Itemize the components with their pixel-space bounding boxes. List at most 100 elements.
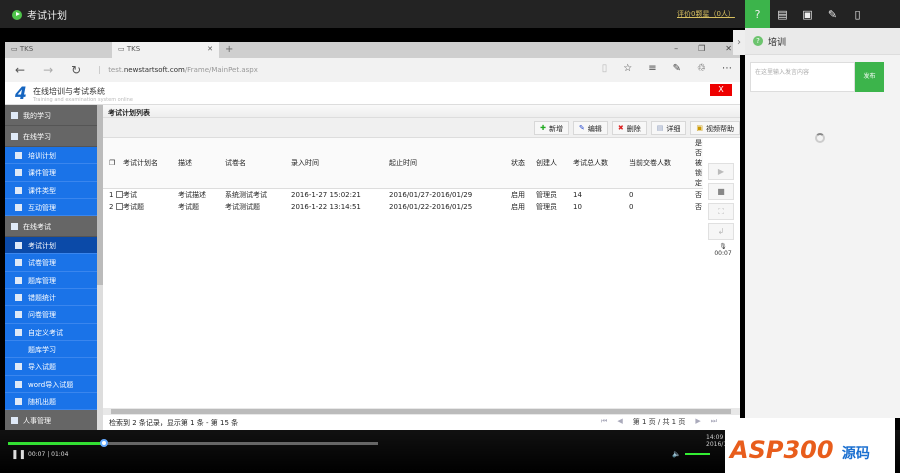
sidebar-item[interactable]: 错题统计 — [5, 289, 97, 307]
column-header[interactable]: 考试计划名 — [123, 138, 178, 189]
cell: 管理员 — [536, 190, 557, 199]
cell: 考试 — [123, 190, 137, 199]
last-page-icon[interactable]: ⏭ — [711, 417, 717, 427]
sidebar-group[interactable]: 我的学习 — [5, 105, 97, 126]
hub-icon[interactable]: ≡ — [648, 63, 656, 74]
rating-link[interactable]: 评价0颗星（0人） — [677, 9, 735, 19]
detail-button[interactable]: ▤ 详细 — [650, 121, 687, 135]
reading-view-icon[interactable]: ▯ — [602, 63, 608, 74]
close-tab-icon[interactable]: ✕ — [207, 45, 213, 53]
folder-icon — [11, 133, 18, 140]
sidebar-item[interactable]: 试卷管理 — [5, 254, 97, 272]
delete-button[interactable]: ✖ 删除 — [611, 121, 647, 135]
back-icon[interactable]: ← — [15, 63, 25, 77]
message-input[interactable]: 在这里输入发言内容 — [750, 62, 855, 92]
column-header[interactable]: 是否被锁定 — [695, 138, 703, 189]
delete-icon: ✖ — [617, 124, 624, 132]
item-icon — [15, 397, 22, 405]
video-help-button[interactable]: ▣ 视频帮助 — [690, 121, 740, 135]
column-header[interactable]: 考试总人数 — [573, 138, 629, 189]
volume-slider[interactable] — [684, 453, 710, 455]
record-play-button[interactable]: ▶ — [708, 163, 734, 180]
help-icon[interactable]: ? — [745, 0, 770, 28]
favorite-icon[interactable]: ☆ — [623, 63, 632, 74]
pause-icon[interactable]: ❚❚ — [11, 450, 26, 460]
collapse-panel-arrow[interactable]: › — [733, 30, 745, 55]
edit-icon[interactable]: ✎ — [820, 0, 845, 28]
sidebar-item-active[interactable]: 考试计划 — [5, 237, 97, 255]
tab-label: TKS — [126, 45, 141, 53]
refresh-icon[interactable]: ↻ — [71, 63, 81, 77]
new-tab-button[interactable]: + — [219, 42, 239, 58]
item-icon — [15, 186, 22, 194]
progress-handle[interactable] — [100, 439, 108, 447]
record-fullscreen-button[interactable]: ⛶ — [708, 203, 734, 220]
column-header[interactable]: 试卷名 — [225, 138, 291, 189]
sidebar-item[interactable]: 题库学习 — [5, 340, 97, 359]
sidebar-item[interactable]: 随机出题 — [5, 392, 97, 411]
cell: 考试描述 — [178, 190, 206, 199]
share-icon[interactable]: ♲ — [697, 63, 706, 74]
next-page-icon[interactable]: ▶ — [695, 417, 700, 427]
sidebar-item[interactable]: 培训计划 — [5, 147, 97, 165]
exit-button[interactable]: X — [710, 84, 732, 96]
more-icon[interactable]: ⋯ — [722, 63, 732, 74]
first-page-icon[interactable]: ⏮ — [601, 417, 607, 427]
column-header[interactable]: 录入时间 — [291, 138, 389, 189]
item-icon — [15, 346, 22, 353]
add-button[interactable]: ✚ 新增 — [534, 121, 569, 135]
row-checkbox[interactable] — [115, 203, 123, 210]
sidebar-item[interactable]: 题库管理 — [5, 271, 97, 290]
toolbox-icon[interactable]: ▣ — [795, 0, 820, 28]
table-row[interactable]: 2 考试题 考试题 考试测试题 2016-1-22 13:14:51 2016/01/2… — [103, 201, 703, 213]
horizontal-scrollbar[interactable] — [103, 408, 740, 415]
column-header[interactable]: 创建人 — [536, 138, 573, 189]
sidebar-group[interactable]: 在线考试 — [5, 216, 97, 238]
record-stop-button[interactable]: ■ — [708, 183, 734, 200]
document-icon[interactable]: ▯ — [845, 0, 870, 28]
mic-icon: 🎙 — [719, 243, 727, 250]
sidebar-item[interactable]: 问卷管理 — [5, 306, 97, 324]
edit-button[interactable]: ✎ 编辑 — [573, 121, 608, 135]
minimize-icon[interactable]: – — [674, 44, 678, 53]
table-row[interactable]: 1 考试 考试描述 系统测试考试 2016-1-27 15:02:21 2016/01/… — [103, 189, 703, 201]
sidebar-item[interactable]: 自定义考试 — [5, 323, 97, 341]
forward-icon[interactable]: → — [43, 63, 53, 77]
sidebar-item[interactable]: 课件管理 — [5, 164, 97, 182]
app-subtitle: Training and examination system online — [33, 97, 133, 103]
column-header[interactable]: 当前交卷人数 — [629, 138, 695, 189]
publish-button[interactable]: 发布 — [855, 62, 884, 92]
restore-icon[interactable]: ❐ — [698, 44, 705, 53]
browser-tab-active[interactable]: ▭ TKS ✕ — [112, 42, 219, 58]
cell: 否 — [695, 190, 702, 199]
cell: 考试题 — [178, 202, 199, 211]
volume-icon[interactable]: 🔈 — [672, 450, 681, 458]
sidebar-item[interactable]: 导入试题 — [5, 358, 97, 376]
notebook-icon[interactable]: ▤ — [770, 0, 795, 28]
video-progress[interactable] — [8, 442, 378, 445]
sidebar-group[interactable]: 人事管理 — [5, 410, 97, 430]
prev-page-icon[interactable]: ◀ — [617, 417, 622, 427]
close-window-icon[interactable]: ✕ — [725, 44, 732, 53]
item-label: 试卷管理 — [28, 259, 56, 268]
app-name: 在线培训与考试系统 — [33, 87, 105, 96]
column-header[interactable]: 描述 — [178, 138, 225, 189]
url-domain: newstartsoft.com — [123, 66, 185, 74]
select-all-icon[interactable]: ❐ — [103, 138, 123, 189]
browser-tab[interactable]: ▭ TKS — [5, 42, 112, 58]
sidebar-item[interactable]: 互动管理 — [5, 198, 97, 217]
row-checkbox[interactable] — [115, 191, 123, 199]
sidebar-item[interactable]: 课件类型 — [5, 181, 97, 199]
item-icon — [15, 152, 22, 159]
sidebar-item[interactable]: word导入试题 — [5, 375, 97, 393]
item-icon — [15, 311, 22, 319]
app-logo: 4 — [15, 84, 27, 104]
note-icon[interactable]: ✎ — [673, 63, 681, 74]
address-bar[interactable]: test.newstartsoft.com/Frame/MainPet.aspx — [99, 66, 258, 74]
sidebar-group[interactable]: 在线学习 — [5, 126, 97, 147]
record-back-button[interactable]: ↲ — [708, 223, 734, 240]
group-label: 在线考试 — [23, 223, 51, 232]
main-panel: 考试计划列表 ✚ 新增 ✎ 编辑 ✖ 删除 ▤ 详细 ▣ 视频帮助 ❐ 考试计划名 描述 … — [103, 105, 740, 430]
column-header[interactable]: 起止时间 — [389, 138, 511, 189]
column-header[interactable]: 状态 — [511, 138, 536, 189]
